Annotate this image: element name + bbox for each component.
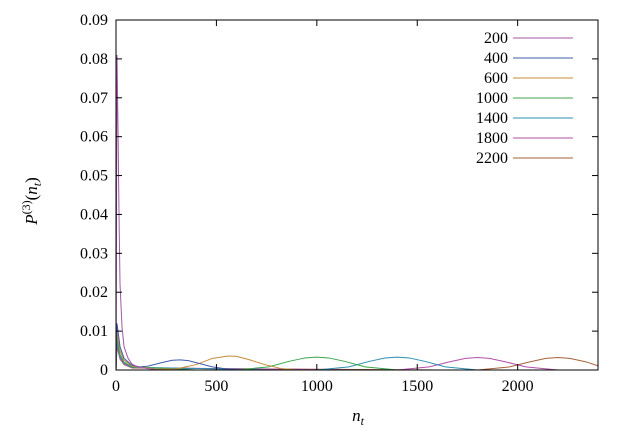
x-tick-label: 1500 xyxy=(401,378,433,395)
legend-label: 600 xyxy=(484,70,508,87)
series-line-1400 xyxy=(116,338,478,370)
y-tick-label: 0.07 xyxy=(80,90,108,107)
y-tick-label: 0.01 xyxy=(80,323,108,340)
x-tick-label: 1000 xyxy=(301,378,333,395)
y-axis-label: P(3)(nt) xyxy=(19,177,44,226)
y-tick-label: 0.05 xyxy=(80,168,108,185)
y-tick-label: 0.04 xyxy=(80,206,108,223)
plot-area xyxy=(116,54,598,370)
plot-frame xyxy=(115,19,599,371)
x-tick-label: 0 xyxy=(112,378,120,395)
legend: 200 400 600 1000 1400 1800 2200 xyxy=(476,30,573,167)
legend-label: 400 xyxy=(484,50,508,67)
axes: 0 0.01 0.02 0.03 0.04 0.05 0.06 0.07 0.08 0.09 0 50… xyxy=(80,12,599,395)
y-tick-label: 0.03 xyxy=(80,245,108,262)
y-tick-label: 0.08 xyxy=(80,51,108,68)
series-line-1800 xyxy=(116,342,558,370)
legend-label: 1000 xyxy=(476,90,508,107)
y-tick-label: 0.09 xyxy=(80,12,108,29)
y-tick-label: 0 xyxy=(100,362,108,379)
legend-label: 1400 xyxy=(476,110,508,127)
chart: 0 0.01 0.02 0.03 0.04 0.05 0.06 0.07 0.08 0.09 0 50… xyxy=(19,12,599,428)
legend-label: 200 xyxy=(484,30,508,47)
svg-text:P(3)(nt): P(3)(nt) xyxy=(19,177,44,226)
y-tick-label: 0.02 xyxy=(80,284,108,301)
series-line-400 xyxy=(116,323,257,370)
series-line-200 xyxy=(116,54,197,370)
legend-label: 1800 xyxy=(476,130,508,147)
x-tick-label: 500 xyxy=(204,378,228,395)
x-axis-label: nt xyxy=(352,406,365,428)
y-tick-label: 0.06 xyxy=(80,129,108,146)
x-tick-label: 2000 xyxy=(502,378,534,395)
legend-label: 2200 xyxy=(476,150,508,167)
